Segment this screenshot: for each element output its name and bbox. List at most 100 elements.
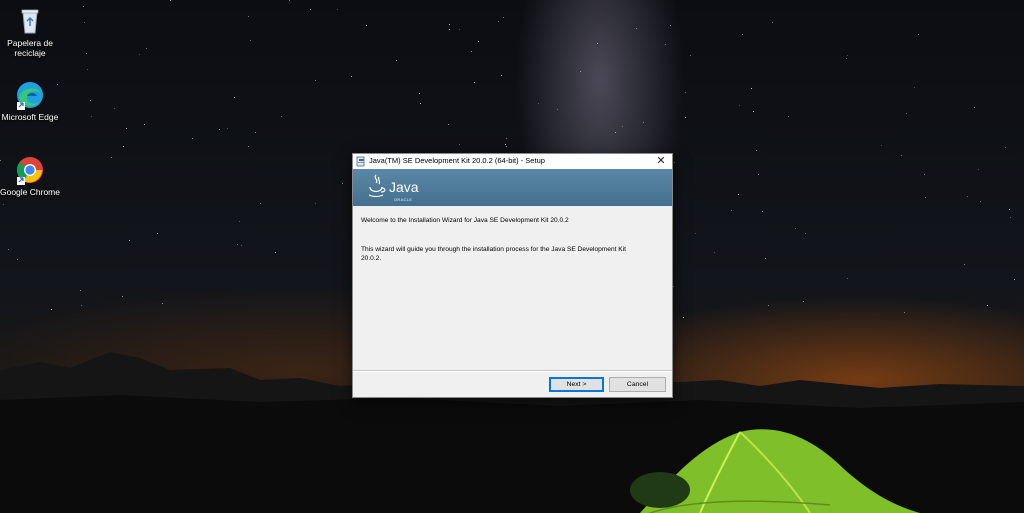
- window-title: Java(TM) SE Development Kit 20.0.2 (64-b…: [369, 156, 545, 165]
- java-logo-text: Java: [389, 179, 419, 195]
- star: [111, 157, 112, 158]
- star: [695, 233, 696, 234]
- star: [980, 201, 981, 202]
- star: [227, 128, 228, 129]
- star: [241, 245, 242, 246]
- edge-label: Microsoft Edge: [1, 112, 59, 122]
- star: [91, 116, 92, 117]
- star: [636, 28, 637, 29]
- star: [123, 146, 124, 147]
- desktop-icon-edge[interactable]: Microsoft Edge: [0, 80, 63, 122]
- star: [538, 103, 539, 104]
- star: [731, 210, 732, 211]
- star: [80, 290, 81, 291]
- star: [622, 126, 623, 127]
- star: [3, 204, 4, 205]
- star: [615, 132, 616, 133]
- star: [685, 117, 686, 118]
- star: [17, 259, 18, 260]
- star: [580, 71, 581, 72]
- star: [762, 211, 763, 212]
- star: [250, 40, 251, 41]
- star: [751, 88, 752, 89]
- star: [162, 303, 163, 304]
- star: [987, 305, 988, 306]
- star: [506, 138, 507, 139]
- star: [126, 128, 127, 129]
- star: [144, 124, 145, 125]
- star: [342, 183, 343, 184]
- cancel-button[interactable]: Cancel: [609, 377, 666, 392]
- star: [449, 24, 450, 25]
- star: [122, 296, 123, 297]
- star: [157, 233, 158, 234]
- wizard-content: Welcome to the Installation Wizard for J…: [353, 206, 672, 370]
- star: [503, 17, 504, 18]
- star: [506, 146, 507, 147]
- star: [337, 9, 338, 10]
- star: [1014, 279, 1015, 280]
- star: [847, 278, 848, 279]
- footer-divider: [353, 370, 672, 372]
- star: [234, 97, 235, 98]
- star: [924, 174, 925, 175]
- star: [978, 169, 979, 170]
- chrome-label: Google Chrome: [0, 187, 60, 197]
- star: [51, 309, 52, 310]
- star: [315, 80, 316, 81]
- star: [248, 16, 249, 17]
- star: [906, 113, 907, 114]
- recycle-bin-label-line1: Papelera de: [7, 38, 53, 48]
- star: [459, 29, 460, 30]
- installer-icon: [356, 156, 365, 167]
- desktop-icon-chrome[interactable]: Google Chrome: [0, 155, 63, 197]
- star: [768, 305, 769, 306]
- star: [315, 203, 316, 204]
- star: [914, 87, 915, 88]
- wizard-description: This wizard will guide you through the i…: [361, 246, 626, 262]
- java-cup-icon: [368, 174, 386, 198]
- star: [674, 162, 675, 163]
- star: [351, 76, 352, 77]
- star: [146, 48, 147, 49]
- star: [742, 34, 743, 35]
- star: [449, 29, 450, 30]
- star: [673, 286, 674, 287]
- star: [310, 9, 311, 10]
- star: [459, 144, 460, 145]
- star: [505, 144, 506, 145]
- star: [248, 146, 249, 147]
- next-button[interactable]: Next >: [549, 377, 604, 392]
- star: [420, 103, 421, 104]
- star: [738, 194, 739, 195]
- star: [690, 55, 691, 56]
- star: [86, 53, 87, 54]
- star: [192, 138, 193, 139]
- star: [643, 122, 644, 123]
- star: [396, 60, 397, 61]
- desktop-icon-recycle-bin[interactable]: Papelera de reciclaje: [0, 6, 63, 58]
- star: [255, 132, 256, 133]
- star: [129, 240, 130, 241]
- star: [87, 69, 88, 70]
- star: [753, 111, 754, 112]
- star: [805, 233, 806, 234]
- title-bar[interactable]: Java(TM) SE Development Kit 20.0.2 (64-b…: [353, 154, 672, 169]
- star: [478, 41, 479, 42]
- star: [237, 244, 238, 245]
- star: [670, 25, 671, 26]
- star: [665, 44, 666, 45]
- star: [1005, 147, 1006, 148]
- star: [275, 252, 276, 253]
- star: [114, 108, 115, 109]
- star: [1009, 209, 1010, 210]
- oracle-logo-text: ORACLE: [394, 197, 413, 202]
- star: [683, 317, 684, 318]
- star: [81, 305, 82, 306]
- close-button[interactable]: ✕: [650, 154, 672, 169]
- star: [904, 312, 905, 313]
- star: [803, 301, 804, 302]
- java-banner: Java ORACLE: [353, 169, 672, 206]
- tent-image: [630, 429, 920, 513]
- setup-dialog: Java(TM) SE Development Kit 20.0.2 (64-b…: [352, 153, 673, 398]
